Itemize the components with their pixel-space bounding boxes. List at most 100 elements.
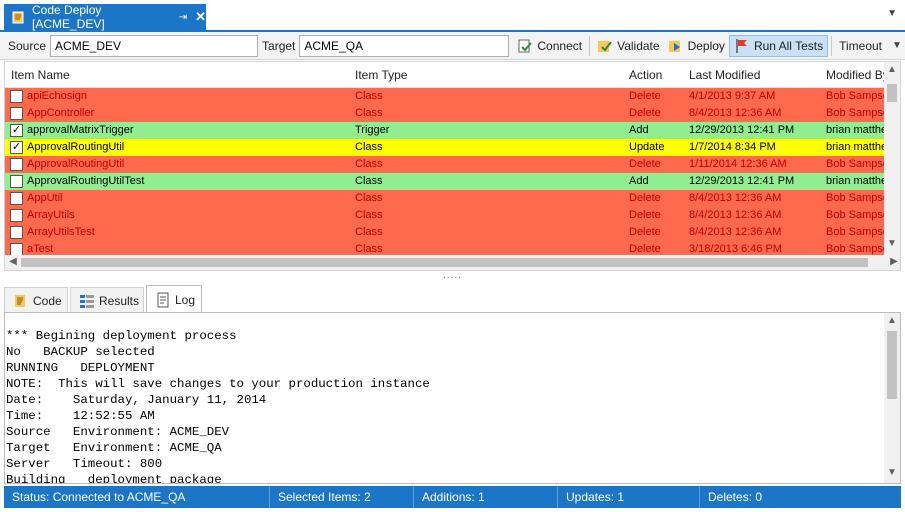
code-deploy-tab[interactable]: Code Deploy [ACME_DEV] ⇥ ✕ — [4, 3, 206, 31]
log-line: Source Environment: ACME_DEV — [6, 425, 230, 439]
column-header-modified-by[interactable]: Modified By — [826, 62, 889, 88]
column-header-item-name[interactable]: Item Name — [11, 62, 70, 88]
log-text: *** Begining deployment process No BACKUP… — [6, 328, 430, 483]
tab-log[interactable]: Log — [146, 285, 202, 313]
row-checkbox[interactable] — [10, 158, 23, 171]
item-name-cell: ApprovalRoutingUtil — [27, 141, 125, 153]
action-cell: Add — [629, 124, 649, 136]
modified-by-cell: Bob Sampson — [826, 90, 885, 102]
table-row[interactable]: ApprovalRoutingUtil Class Delete 1/11/2014 … — [5, 156, 885, 173]
scroll-left-icon[interactable]: ◀ — [5, 256, 21, 267]
connect-icon — [517, 38, 533, 54]
last-modified-cell: 8/4/2013 12:36 AM — [689, 226, 782, 238]
grid-vertical-scrollbar[interactable]: ▲ ▼ — [884, 62, 900, 256]
tab-results[interactable]: Results — [70, 287, 144, 313]
scroll-right-icon[interactable]: ▶ — [886, 256, 900, 267]
item-type-cell: Class — [355, 192, 383, 204]
close-icon[interactable]: ✕ — [195, 9, 206, 25]
column-header-last-modified[interactable]: Last Modified — [689, 62, 760, 88]
item-name-cell: AppUtil — [27, 192, 63, 204]
status-updates: Updates: 1 — [558, 486, 700, 508]
validate-label: Validate — [617, 38, 660, 53]
row-checkbox[interactable]: ✓ — [10, 124, 23, 137]
modified-by-cell: Bob Sampson — [826, 209, 885, 221]
item-type-cell: Class — [355, 141, 383, 153]
row-checkbox[interactable] — [10, 90, 23, 103]
item-name-cell: AppController — [27, 107, 95, 119]
table-row[interactable]: apiEchosign Class Delete 4/1/2013 9:37 AM Bo… — [5, 88, 885, 105]
row-checkbox[interactable] — [10, 226, 23, 239]
row-checkbox[interactable]: ✓ — [10, 141, 23, 154]
scroll-thumb[interactable] — [21, 258, 868, 267]
scroll-up-icon[interactable]: ▲ — [884, 64, 900, 75]
log-icon — [155, 292, 171, 308]
table-row[interactable]: ArrayUtils Class Delete 8/4/2013 12:36 AM Bo… — [5, 207, 885, 224]
item-type-cell: Class — [355, 158, 383, 170]
panel-splitter[interactable]: ..... — [0, 271, 905, 284]
deploy-button[interactable]: Deploy — [664, 35, 729, 57]
table-row[interactable]: ArrayUtilsTest Class Delete 8/4/2013 12:36 … — [5, 224, 885, 241]
item-name-cell: ApprovalRoutingUtil — [27, 158, 125, 170]
tab-code[interactable]: Code — [4, 287, 68, 313]
last-modified-cell: 8/4/2013 12:36 AM — [689, 209, 782, 221]
scroll-up-icon[interactable]: ▲ — [884, 315, 900, 326]
column-header-item-type[interactable]: Item Type — [355, 62, 407, 88]
column-header-action[interactable]: Action — [629, 62, 662, 88]
modified-by-cell: brian matthews — [826, 124, 885, 136]
connect-label: Connect — [537, 38, 583, 53]
tab-log-label: Log — [175, 292, 196, 307]
log-panel[interactable]: *** Begining deployment process No BACKUP… — [4, 312, 901, 484]
row-checkbox[interactable] — [10, 209, 23, 222]
modified-by-cell: Bob Sampson — [826, 192, 885, 204]
item-name-cell: ApprovalRoutingUtilTest — [27, 175, 145, 187]
table-row[interactable]: aTest Class Delete 3/18/2013 6:46 PM Bob Sam… — [5, 241, 885, 256]
row-checkbox[interactable] — [10, 107, 23, 120]
row-checkbox[interactable] — [10, 175, 23, 188]
item-type-cell: Class — [355, 209, 383, 221]
log-line: RUNNING DEPLOYMENT — [6, 361, 155, 375]
action-cell: Add — [629, 175, 649, 187]
toolbar: Source Target Connect Validate Deploy Ru… — [0, 32, 905, 60]
last-modified-cell: 8/4/2013 12:36 AM — [689, 192, 782, 204]
last-modified-cell: 1/11/2014 12:36 AM — [689, 158, 787, 170]
table-row[interactable]: AppUtil Class Delete 8/4/2013 12:36 AM Bob S… — [5, 190, 885, 207]
status-selected-items: Selected Items: 2 — [270, 486, 414, 508]
modified-by-cell: Bob Sampson — [826, 158, 885, 170]
action-cell: Update — [629, 141, 665, 153]
connect-button[interactable]: Connect — [513, 35, 586, 57]
timeout-button[interactable]: Timeout — [835, 35, 886, 57]
target-input[interactable] — [299, 34, 510, 57]
scroll-thumb[interactable] — [887, 331, 897, 399]
toolbar-overflow-chevron-icon[interactable]: ▼ — [892, 40, 902, 51]
modified-by-cell: brian matthews — [826, 141, 885, 153]
log-line: Date: Saturday, January 11, 2014 — [6, 393, 267, 407]
action-cell: Delete — [629, 243, 661, 255]
target-label: Target — [262, 38, 296, 53]
log-vertical-scrollbar[interactable]: ▲ ▼ — [884, 313, 900, 483]
table-row[interactable]: ✓ approvalMatrixTrigger Trigger Add 12/29/20… — [5, 122, 885, 139]
pin-icon[interactable]: ⇥ — [179, 12, 187, 23]
scroll-down-icon[interactable]: ▼ — [884, 467, 900, 478]
table-row[interactable]: AppController Class Delete 8/4/2013 12:36 A… — [5, 105, 885, 122]
table-row[interactable]: ✓ ApprovalRoutingUtil Class Update 1/7/2014 … — [5, 139, 885, 156]
modified-by-cell: Bob Sampson — [826, 226, 885, 238]
action-cell: Delete — [629, 209, 661, 221]
toolbar-separator — [831, 35, 833, 56]
log-line: *** Begining deployment process — [6, 329, 237, 343]
scroll-thumb[interactable] — [887, 84, 897, 102]
log-line: Server Timeout: 800 — [6, 457, 163, 471]
bottom-tab-strip: Code Results Log — [0, 284, 905, 313]
scroll-down-icon[interactable]: ▼ — [884, 238, 900, 249]
validate-button[interactable]: Validate — [593, 35, 663, 57]
action-cell: Delete — [629, 192, 661, 204]
tab-results-label: Results — [99, 293, 140, 308]
row-checkbox[interactable] — [10, 192, 23, 205]
table-row[interactable]: ApprovalRoutingUtilTest Class Add 12/29/201… — [5, 173, 885, 190]
run-all-tests-button[interactable]: Run All Tests — [728, 34, 829, 57]
tab-list-dropdown-icon[interactable]: ▼ — [887, 8, 897, 19]
log-line: NOTE: This will save changes to your pro… — [6, 377, 430, 391]
status-connection: Status: Connected to ACME_QA — [4, 486, 270, 508]
source-input[interactable] — [50, 34, 259, 57]
deploy-label: Deploy — [687, 38, 725, 53]
grid-horizontal-scrollbar[interactable]: ◀ ▶ — [5, 255, 900, 270]
